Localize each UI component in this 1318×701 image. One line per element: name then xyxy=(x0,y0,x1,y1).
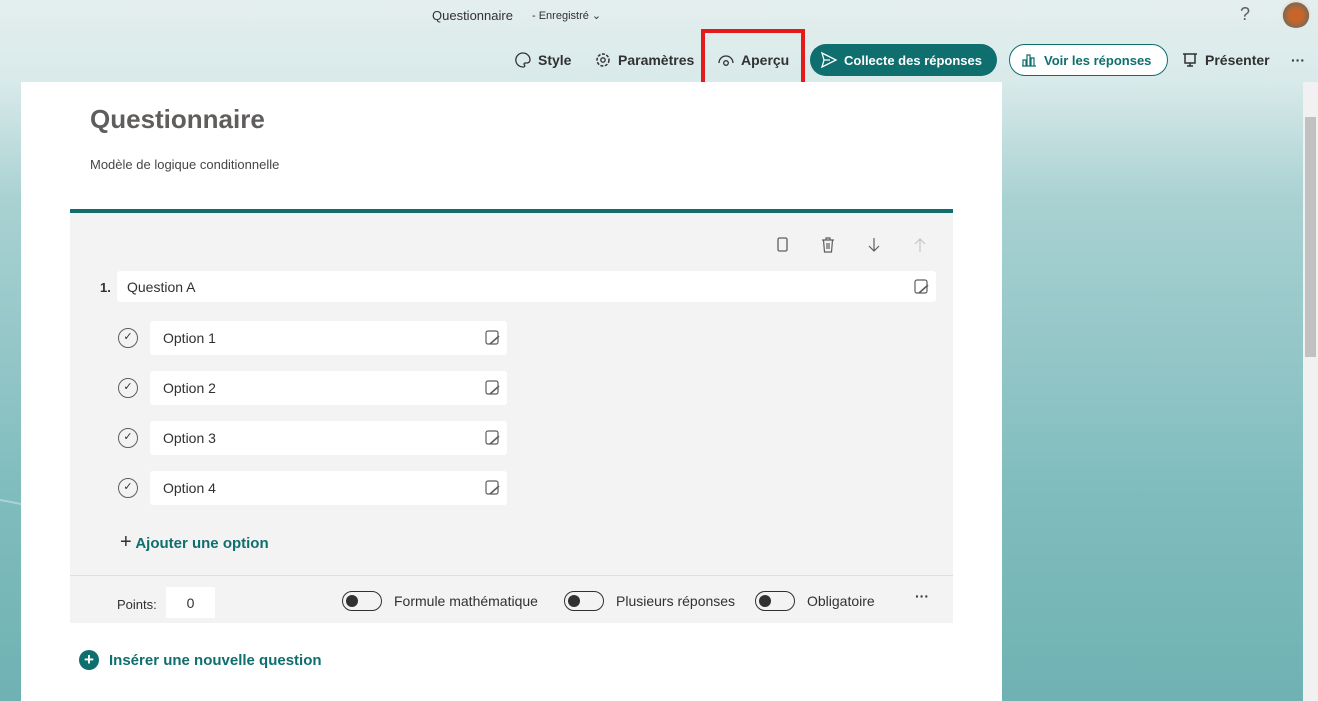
points-label: Points: xyxy=(117,597,157,612)
option-row: ✓ Option 1 xyxy=(118,321,507,355)
question-number: 1. xyxy=(100,280,111,295)
option-row: ✓ Option 2 xyxy=(118,371,507,405)
send-icon xyxy=(820,51,838,69)
settings-label: Paramètres xyxy=(618,52,695,68)
option-row: ✓ Option 4 xyxy=(118,471,507,505)
settings-button[interactable]: Paramètres xyxy=(594,44,694,76)
scrollbar-thumb[interactable] xyxy=(1305,117,1316,357)
chevron-down-icon: ⌄ xyxy=(591,10,602,22)
correct-answer-check-icon[interactable]: ✓ xyxy=(118,378,138,398)
points-input[interactable]: 0 xyxy=(166,587,215,618)
scrollbar[interactable] xyxy=(1303,82,1318,701)
more-button[interactable]: ··· xyxy=(1291,44,1305,76)
monitor-icon xyxy=(1183,53,1197,67)
top-bar: Questionnaire - Enregistré ⌄ ? Style Par… xyxy=(0,0,1318,86)
move-down-icon[interactable] xyxy=(864,235,884,255)
style-label: Style xyxy=(538,52,572,68)
form-description[interactable]: Modèle de logique conditionnelle xyxy=(90,157,279,172)
insert-question-button[interactable]: + Insérer une nouvelle question xyxy=(79,650,322,670)
move-up-icon[interactable] xyxy=(910,235,930,255)
option-input[interactable]: Option 3 xyxy=(150,421,507,455)
question-input[interactable]: Question A xyxy=(117,271,936,302)
add-option-label: Ajouter une option xyxy=(135,535,269,552)
save-status[interactable]: - Enregistré ⌄ xyxy=(532,9,601,22)
required-toggle[interactable] xyxy=(755,591,795,611)
avatar[interactable] xyxy=(1281,0,1311,28)
delete-icon[interactable] xyxy=(818,235,838,255)
insert-media-icon[interactable] xyxy=(484,329,501,346)
question-footer: Points: 0 Formule mathématique Plusieurs… xyxy=(70,575,953,627)
view-label: Voir les réponses xyxy=(1044,52,1152,68)
insert-media-icon[interactable] xyxy=(484,479,501,496)
math-label: Formule mathématique xyxy=(394,593,538,609)
insert-media-icon[interactable] xyxy=(484,379,501,396)
required-label: Obligatoire xyxy=(807,593,875,609)
add-option-button[interactable]: + Ajouter une option xyxy=(120,531,269,554)
question-more-button[interactable]: ··· xyxy=(915,588,929,604)
option-input[interactable]: Option 4 xyxy=(150,471,507,505)
multiple-answers-label: Plusieurs réponses xyxy=(616,593,736,609)
form-title-header: Questionnaire xyxy=(432,8,513,23)
option-row: ✓ Option 3 xyxy=(118,421,507,455)
math-toggle[interactable] xyxy=(342,591,382,611)
plus-icon: + xyxy=(120,531,132,553)
present-button[interactable]: Présenter xyxy=(1181,44,1270,76)
question-text: Question A xyxy=(127,279,196,295)
copy-icon[interactable] xyxy=(773,235,793,255)
option-text: Option 1 xyxy=(163,330,216,346)
multiple-answers-toggle[interactable] xyxy=(564,591,604,611)
collect-responses-button[interactable]: Collecte des réponses xyxy=(810,44,997,76)
help-button[interactable]: ? xyxy=(1240,4,1250,25)
gear-icon xyxy=(596,53,610,67)
plus-circle-icon: + xyxy=(79,650,99,670)
insert-media-icon[interactable] xyxy=(913,278,930,295)
correct-answer-check-icon[interactable]: ✓ xyxy=(118,328,138,348)
present-label: Présenter xyxy=(1205,52,1270,68)
option-text: Option 2 xyxy=(163,380,216,396)
highlight-box xyxy=(701,29,805,86)
option-text: Option 4 xyxy=(163,480,216,496)
option-input[interactable]: Option 1 xyxy=(150,321,507,355)
save-status-label: - Enregistré xyxy=(532,10,589,22)
question-card: 1. Question A ✓ Option 1 ✓ Option 2 ✓ Optio… xyxy=(70,209,953,623)
option-text: Option 3 xyxy=(163,430,216,446)
collect-label: Collecte des réponses xyxy=(844,52,982,68)
correct-answer-check-icon[interactable]: ✓ xyxy=(118,428,138,448)
insert-question-label: Insérer une nouvelle question xyxy=(109,651,322,669)
form-title[interactable]: Questionnaire xyxy=(90,104,265,135)
chart-icon xyxy=(1022,54,1036,67)
option-input[interactable]: Option 2 xyxy=(150,371,507,405)
palette-icon xyxy=(515,52,531,68)
form-card: Questionnaire Modèle de logique conditio… xyxy=(21,82,1002,701)
style-button[interactable]: Style xyxy=(514,44,571,76)
correct-answer-check-icon[interactable]: ✓ xyxy=(118,478,138,498)
insert-media-icon[interactable] xyxy=(484,429,501,446)
view-responses-button[interactable]: Voir les réponses xyxy=(1009,44,1168,76)
